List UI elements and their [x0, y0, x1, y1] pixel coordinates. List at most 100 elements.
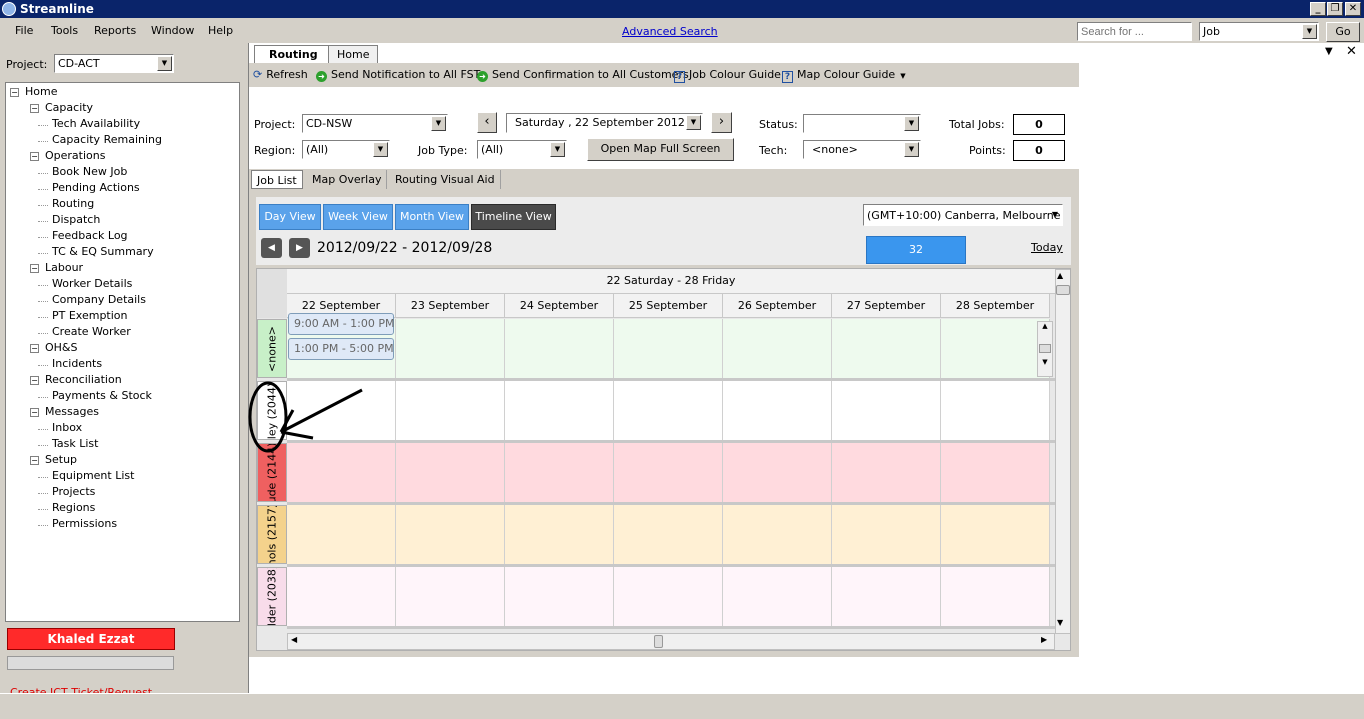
- timeline-cell[interactable]: [832, 381, 941, 440]
- today-link[interactable]: Today: [1031, 241, 1063, 254]
- chevron-down-icon[interactable]: ▼: [904, 116, 919, 131]
- chevron-down-icon[interactable]: ▼: [1302, 24, 1317, 39]
- timeline-view-button[interactable]: Timeline View: [471, 204, 556, 230]
- day-view-button[interactable]: Day View: [259, 204, 321, 230]
- chevron-down-icon[interactable]: ▼: [431, 116, 446, 131]
- timeline-cell[interactable]: [832, 443, 941, 502]
- timeline-cell[interactable]: [287, 567, 396, 626]
- horizontal-scroll-thumb[interactable]: [654, 635, 663, 648]
- week-view-button[interactable]: Week View: [323, 204, 393, 230]
- timeline-cell[interactable]: [941, 567, 1050, 626]
- timeline-cell[interactable]: [941, 381, 1050, 440]
- tab-menu-icon[interactable]: ▼: [1325, 46, 1333, 57]
- tree-item[interactable]: Book New Job: [52, 165, 127, 178]
- timeline-cell[interactable]: [832, 319, 941, 378]
- refresh-button[interactable]: ⟳ Refresh: [253, 68, 308, 81]
- timeline-cell[interactable]: [723, 319, 832, 378]
- tree-item[interactable]: Labour: [45, 261, 83, 274]
- tree-collapse-icon[interactable]: −: [30, 264, 39, 273]
- tree-item[interactable]: Worker Details: [52, 277, 132, 290]
- tree-collapse-icon[interactable]: −: [30, 376, 39, 385]
- timeline-cell[interactable]: [287, 505, 396, 564]
- row-scroll-thumb[interactable]: [1039, 344, 1051, 353]
- minimize-button[interactable]: _: [1310, 2, 1326, 16]
- map-colour-guide-button[interactable]: ? Map Colour Guide ▼: [782, 68, 906, 83]
- timezone-select[interactable]: (GMT+10:00) Canberra, Melbourne ▼: [863, 204, 1063, 226]
- timeline-cell[interactable]: [941, 443, 1050, 502]
- status-select[interactable]: ▼: [803, 114, 921, 133]
- tree-collapse-icon[interactable]: −: [30, 152, 39, 161]
- tree-item[interactable]: Capacity Remaining: [52, 133, 162, 146]
- timeline-cell[interactable]: [941, 319, 1050, 378]
- timeline-cell[interactable]: [505, 567, 614, 626]
- tree-item[interactable]: Feedback Log: [52, 229, 128, 242]
- tree-item[interactable]: Company Details: [52, 293, 146, 306]
- global-search-input[interactable]: [1077, 22, 1192, 41]
- tree-item[interactable]: Equipment List: [52, 469, 134, 482]
- restore-button[interactable]: ❐: [1327, 2, 1343, 16]
- menu-help[interactable]: Help: [208, 24, 233, 37]
- chevron-down-icon[interactable]: ▼: [157, 56, 172, 71]
- tab-routing-visual-aid[interactable]: Routing Visual Aid: [390, 170, 501, 189]
- scroll-left-icon[interactable]: ◀: [291, 635, 297, 644]
- timeline-cell[interactable]: [614, 381, 723, 440]
- vertical-scrollbar[interactable]: [1055, 269, 1070, 634]
- menu-window[interactable]: Window: [151, 24, 194, 37]
- tech-select[interactable]: <none> ▼: [803, 140, 921, 159]
- tree-item[interactable]: Dispatch: [52, 213, 100, 226]
- open-map-full-screen-button[interactable]: Open Map Full Screen: [587, 138, 734, 161]
- timeline-cell[interactable]: [505, 443, 614, 502]
- timeline-cell[interactable]: [614, 443, 723, 502]
- timeline-cell[interactable]: [396, 567, 505, 626]
- menu-reports[interactable]: Reports: [94, 24, 136, 37]
- go-button[interactable]: Go: [1326, 22, 1360, 42]
- menu-tools[interactable]: Tools: [51, 24, 78, 37]
- appointment-slot[interactable]: 1:00 PM - 5:00 PM: [288, 338, 394, 360]
- tree-item[interactable]: Inbox: [52, 421, 82, 434]
- tree-collapse-icon[interactable]: −: [30, 408, 39, 417]
- tree-item[interactable]: PT Exemption: [52, 309, 128, 322]
- timeline-cell[interactable]: [941, 505, 1050, 564]
- project-select[interactable]: CD-NSW ▼: [302, 114, 448, 133]
- job-colour-guide-button[interactable]: ? Job Colour Guide: [674, 68, 781, 83]
- tree-item[interactable]: Incidents: [52, 357, 102, 370]
- next-range-button[interactable]: ▶: [289, 238, 310, 258]
- advanced-search-link[interactable]: Advanced Search: [622, 25, 718, 38]
- month-view-button[interactable]: Month View: [395, 204, 469, 230]
- tree-item[interactable]: Task List: [52, 437, 98, 450]
- tree-item[interactable]: OH&S: [45, 341, 78, 354]
- tree-item[interactable]: Tech Availability: [52, 117, 140, 130]
- timeline-cell[interactable]: [614, 505, 723, 564]
- vertical-scroll-thumb[interactable]: [1056, 285, 1070, 295]
- tree-item[interactable]: TC & EQ Summary: [52, 245, 154, 258]
- next-day-button[interactable]: ›: [711, 112, 732, 133]
- date-picker[interactable]: Saturday , 22 September 2012 ▼: [506, 113, 703, 133]
- timeline-cell[interactable]: [396, 381, 505, 440]
- timeline-cell[interactable]: [723, 443, 832, 502]
- scroll-right-icon[interactable]: ▶: [1041, 635, 1047, 644]
- left-project-select[interactable]: CD-ACT ▼: [54, 54, 174, 73]
- timeline-cell[interactable]: [614, 567, 723, 626]
- tree-collapse-icon[interactable]: −: [30, 344, 39, 353]
- chevron-down-icon[interactable]: ▼: [550, 142, 565, 157]
- tree-item[interactable]: Setup: [45, 453, 77, 466]
- tree-item[interactable]: Projects: [52, 485, 95, 498]
- timeline-cell[interactable]: [832, 567, 941, 626]
- previous-range-button[interactable]: ◀: [261, 238, 282, 258]
- horizontal-scrollbar[interactable]: [287, 633, 1055, 650]
- region-select[interactable]: (All) ▼: [302, 140, 390, 159]
- tree-item[interactable]: Routing: [52, 197, 94, 210]
- menu-file[interactable]: File: [15, 24, 33, 37]
- timeline-cell[interactable]: [505, 319, 614, 378]
- tree-item[interactable]: Capacity: [45, 101, 93, 114]
- scroll-down-icon[interactable]: ▼: [1057, 618, 1063, 627]
- scroll-up-icon[interactable]: ▲: [1038, 322, 1052, 330]
- tab-home[interactable]: Home: [328, 45, 379, 63]
- scroll-down-icon[interactable]: ▼: [1038, 358, 1052, 366]
- tree-item[interactable]: Home: [25, 85, 57, 98]
- confirm-customers-button[interactable]: ➜ Send Confirmation to All Customers: [477, 68, 689, 82]
- tree-item[interactable]: Pending Actions: [52, 181, 140, 194]
- tree-item[interactable]: Payments & Stock: [52, 389, 152, 402]
- timeline-cell[interactable]: [614, 319, 723, 378]
- tab-job-list[interactable]: Job List: [251, 170, 303, 189]
